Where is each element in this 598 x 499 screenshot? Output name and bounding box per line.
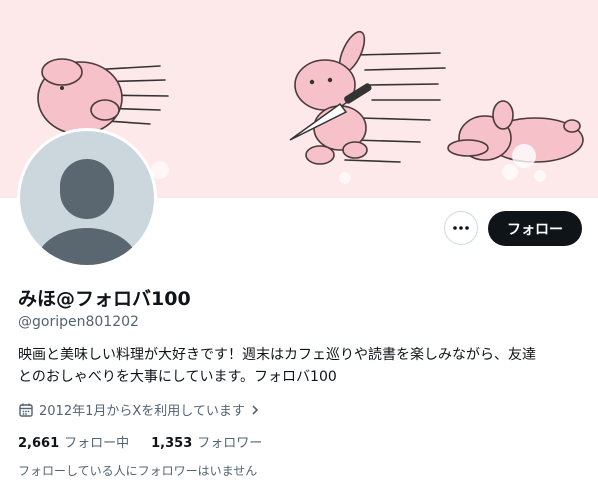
- chevron-right-icon: [252, 404, 259, 415]
- bio-line: 映画と美味しい料理が大好きです！週末はカフェ巡りや読書を楽しみながら、友達: [18, 347, 536, 363]
- bio-line: とのおしゃべりを大事にしています。フォロバ100: [18, 369, 337, 385]
- joined-text: 2012年1月からXを利用しています: [39, 404, 245, 419]
- user-handle: @goripen801202: [18, 314, 139, 330]
- following-link[interactable]: 2,661 フォロー中: [18, 432, 129, 451]
- more-options-button[interactable]: [444, 211, 478, 245]
- followers-you-know: フォローしている人にフォロワーはいません: [18, 464, 258, 478]
- default-avatar-icon: [20, 131, 154, 265]
- follow-stats: 2,661 フォロー中 1,353 フォロワー: [18, 432, 262, 451]
- following-label: フォロー中: [64, 436, 130, 451]
- profile-bio: 映画と美味しい料理が大好きです！週末はカフェ巡りや読書を楽しみながら、友達 との…: [18, 344, 588, 388]
- following-count: 2,661: [18, 436, 60, 451]
- followers-link[interactable]: 1,353 フォロワー: [151, 432, 262, 451]
- joined-date[interactable]: 2012年1月からXを利用しています: [18, 400, 260, 419]
- followers-label: フォロワー: [197, 436, 263, 451]
- avatar[interactable]: [17, 128, 157, 268]
- display-name: みほ@フォロバ100: [18, 288, 191, 310]
- more-icon: [453, 226, 469, 230]
- followers-count: 1,353: [151, 436, 193, 451]
- follow-button[interactable]: フォロー: [488, 211, 582, 246]
- calendar-icon: [19, 403, 33, 417]
